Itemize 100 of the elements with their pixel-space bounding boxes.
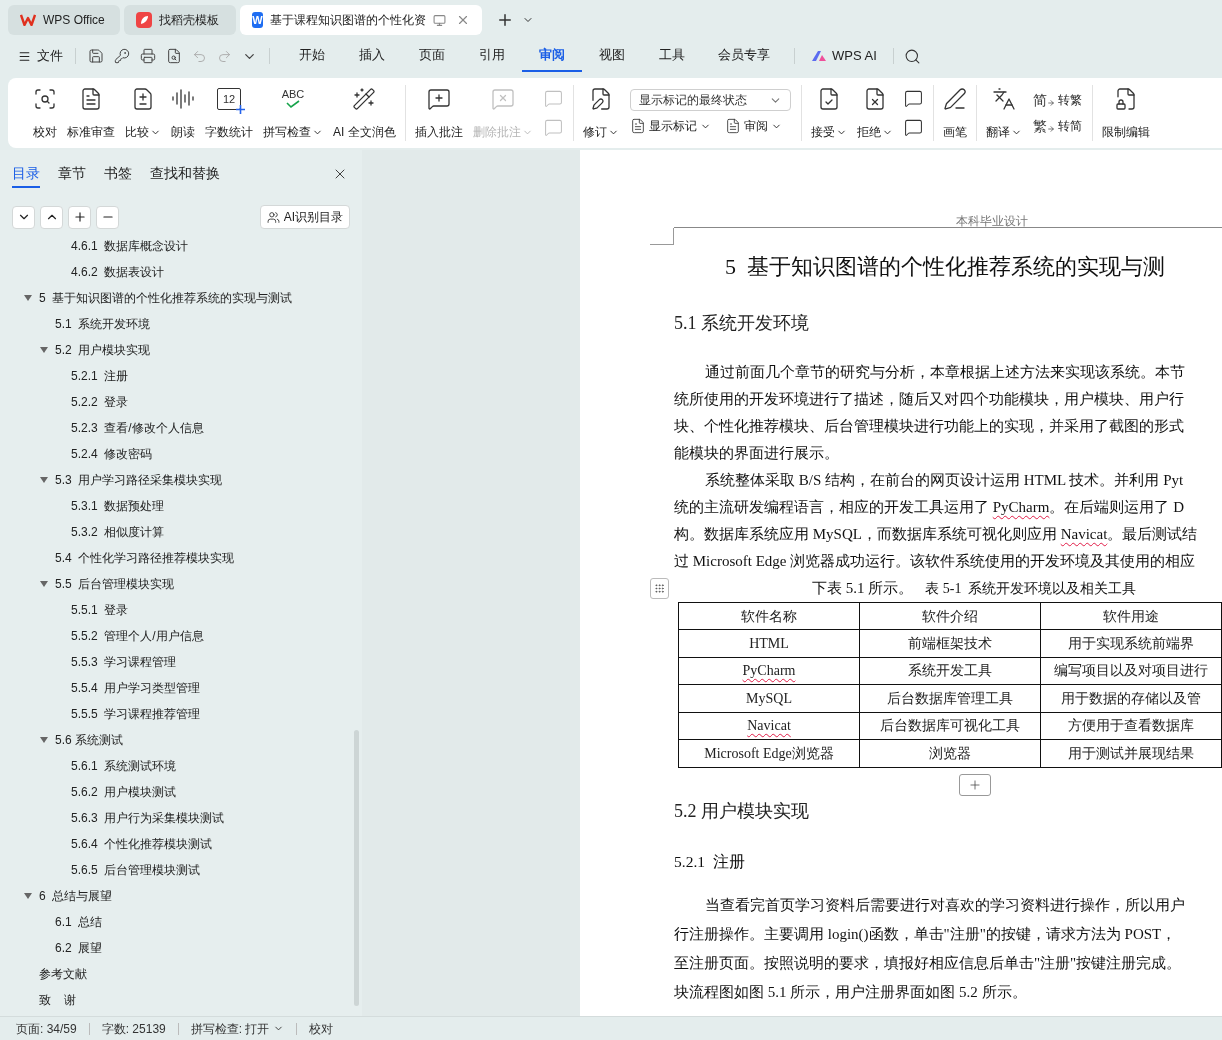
menu-tab[interactable]: 开始 <box>282 40 342 72</box>
toc-item[interactable]: 5.2.1 注册 <box>0 363 362 389</box>
table-handle-button[interactable] <box>650 578 669 599</box>
new-tab-icon[interactable] <box>496 11 514 29</box>
print-icon[interactable] <box>140 48 156 64</box>
table-header-cell: 软件介绍 <box>860 603 1041 630</box>
paragraph-line: 统的主流研发编程语言，相应的开发工具运用了 PyCharm。在后端则运用了 D <box>674 498 1184 517</box>
ribbon-button[interactable]: 审阅 <box>724 115 782 137</box>
display-mode-select[interactable]: 显示标记的最终状态 <box>629 89 791 111</box>
ribbon-button[interactable]: 繁 转简 <box>1032 115 1082 137</box>
paragraph-line: 能模块的界面进行展示。 <box>674 444 839 463</box>
collapse-button[interactable] <box>40 205 63 229</box>
toc-item[interactable]: 5.2 用户模块实现 <box>0 337 362 363</box>
ribbon-button[interactable]: AI 全文润色 <box>328 85 401 141</box>
toc-item[interactable]: 5.6.2 用户模块测试 <box>0 779 362 805</box>
menu-tab[interactable]: 会员专享 <box>702 40 786 72</box>
toc-item[interactable]: 致 谢 <box>0 987 362 1013</box>
toc-item[interactable]: 5.2.4 修改密码 <box>0 441 362 467</box>
status-item[interactable]: 字数: 25139 <box>101 1019 166 1038</box>
menu-tab[interactable]: 引用 <box>462 40 522 72</box>
menu-tab[interactable]: 审阅 <box>522 40 582 72</box>
comment-icon[interactable] <box>903 89 923 108</box>
menu-tab[interactable]: 视图 <box>582 40 642 72</box>
toc-item[interactable]: 5.5 后台管理模块实现 <box>0 571 362 597</box>
promote-button[interactable] <box>68 205 91 229</box>
paragraph-line: 块、个性化推荐模块、后台管理模块进行功能上的实现，并采用了截图的形式 <box>674 417 1184 436</box>
toc-item[interactable]: 5.6.5 后台管理模块测试 <box>0 857 362 883</box>
toc-item[interactable]: 5.5.1 登录 <box>0 597 362 623</box>
toc-item[interactable]: 5 基于知识图谱的个性化推荐系统的实现与测试 <box>0 285 362 311</box>
toc-item[interactable]: 5.3.1 数据预处理 <box>0 493 362 519</box>
ribbon-button[interactable]: 12 字数统计 <box>200 85 258 141</box>
wps-ai-button[interactable]: WPS AI <box>803 46 885 66</box>
section-heading: 5.2 用户模块实现 <box>674 799 810 823</box>
status-item[interactable]: 页面: 34/59 <box>16 1019 77 1038</box>
print-preview-icon[interactable] <box>166 48 182 64</box>
toc-item[interactable]: 5.5.4 用户学习类型管理 <box>0 675 362 701</box>
toc-item[interactable]: 5.5.2 管理个人/用户信息 <box>0 623 362 649</box>
key-icon[interactable] <box>114 48 130 64</box>
toc-item[interactable]: 5.2.3 查看/修改个人信息 <box>0 415 362 441</box>
save-icon[interactable] <box>88 48 104 64</box>
toc-item[interactable]: 5.6.3 用户行为采集模块测试 <box>0 805 362 831</box>
ai-logo-icon <box>811 50 827 62</box>
ribbon-button[interactable]: 比较 <box>120 85 166 141</box>
file-menu-button[interactable]: 文件 <box>18 46 63 66</box>
browser-tab[interactable]: W 基于课程知识图谱的个性化资 <box>240 5 482 35</box>
ribbon-button[interactable]: 接受 <box>805 85 852 141</box>
toc-item[interactable]: 5.6.4 个性化推荐模块测试 <box>0 831 362 857</box>
ribbon-button[interactable]: 插入批注 <box>409 85 468 141</box>
toc-item[interactable]: 5.2.2 登录 <box>0 389 362 415</box>
toc-item[interactable]: 5.6.1 系统测试环境 <box>0 753 362 779</box>
ribbon-button[interactable]: 朗读 <box>166 85 200 141</box>
ribbon-button[interactable]: 限制编辑 <box>1096 85 1155 141</box>
expand-button[interactable] <box>12 205 35 229</box>
panel-tab[interactable]: 书签 <box>104 160 132 188</box>
table-cell: 前端框架技术 <box>860 630 1041 658</box>
menu-tab[interactable]: 工具 <box>642 40 702 72</box>
status-item[interactable]: 拼写检查: 打开 <box>190 1019 285 1038</box>
toc-item[interactable]: 6.2 展望 <box>0 935 362 961</box>
toc-item[interactable]: 5.1 系统开发环境 <box>0 311 362 337</box>
menu-tab[interactable]: 页面 <box>402 40 462 72</box>
ribbon-button[interactable]: 简 转繁 <box>1032 89 1082 111</box>
panel-tab[interactable]: 目录 <box>12 160 40 188</box>
panel-tab[interactable]: 章节 <box>58 160 86 188</box>
grip-icon <box>654 583 665 594</box>
toc-item[interactable]: 参考文献 <box>0 961 362 987</box>
menu-tab[interactable]: 插入 <box>342 40 402 72</box>
comment-icon[interactable] <box>903 118 923 137</box>
table-header-cell: 软件用途 <box>1041 603 1222 630</box>
ribbon-button[interactable]: 翻译 <box>980 85 1027 141</box>
toc-item[interactable]: 5.4 个性化学习路径推荐模块实现 <box>0 545 362 571</box>
toc-item[interactable]: 6.1 总结 <box>0 909 362 935</box>
monitor-icon[interactable] <box>433 13 446 27</box>
browser-tab[interactable]: WPS Office <box>8 5 120 35</box>
ribbon-button[interactable]: 显示标记 <box>629 115 711 137</box>
ribbon-button[interactable]: 画笔 <box>937 85 972 141</box>
ribbon-button[interactable]: 修订 <box>577 85 624 141</box>
toc-item[interactable]: 5.3 用户学习路径采集模块实现 <box>0 467 362 493</box>
toc-item[interactable]: 5.5.5 学习课程推荐管理 <box>0 701 362 727</box>
magic-wand-icon <box>352 87 377 111</box>
add-row-button[interactable] <box>959 773 991 796</box>
section-heading: 5.1 系统开发环境 <box>674 312 810 335</box>
browser-tab[interactable]: 找稻壳模板 <box>124 5 236 35</box>
search-icon[interactable] <box>903 47 921 65</box>
toc-item[interactable]: 4.6.2 数据表设计 <box>0 259 362 285</box>
scrollbar-thumb[interactable] <box>354 730 359 1006</box>
paragraph-line: 当查看完首页学习资料后需要进行对喜欢的学习资料进行操作，所以用户 <box>705 895 1185 915</box>
ribbon-button[interactable]: 标准审查 <box>62 85 120 141</box>
toc-item[interactable]: 6 总结与展望 <box>0 883 362 909</box>
ribbon-button[interactable]: 拒绝 <box>851 85 898 141</box>
demote-button[interactable] <box>96 205 119 229</box>
ai-toc-button[interactable]: AI识别目录 <box>259 205 350 229</box>
toc-item[interactable]: 4.6.1 数据库概念设计 <box>0 233 362 259</box>
toc-item[interactable]: 5.5.3 学习课程管理 <box>0 649 362 675</box>
panel-tab[interactable]: 查找和替换 <box>150 160 220 188</box>
status-item[interactable]: 校对 <box>309 1019 334 1038</box>
document-lock-icon <box>1113 87 1138 111</box>
ribbon-button[interactable]: ABC 拼写检查 <box>258 85 328 141</box>
toc-item[interactable]: 5.3.2 相似度计算 <box>0 519 362 545</box>
toc-item[interactable]: 5.6 系统测试 <box>0 727 362 753</box>
ribbon-button[interactable]: 校对 <box>28 85 62 141</box>
